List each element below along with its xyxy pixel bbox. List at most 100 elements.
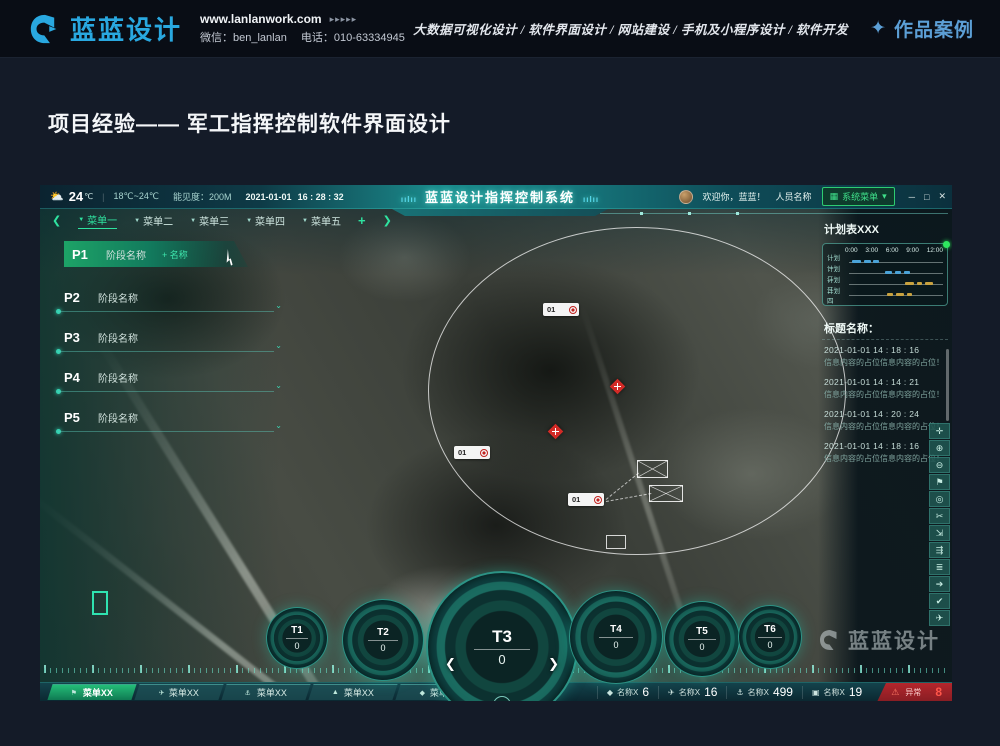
alarm-badge[interactable]: ⚠ 异常 8	[877, 683, 952, 702]
confirm-tool-icon[interactable]: ✔	[929, 593, 950, 609]
person-name[interactable]: 人员名称	[776, 190, 812, 203]
dial-t2[interactable]: T20	[342, 599, 424, 681]
dial-id: T3	[492, 627, 512, 647]
stage-name: 阶段名称	[98, 410, 138, 425]
map-crossed-zone	[637, 460, 668, 478]
dial-t4[interactable]: T40	[569, 590, 663, 684]
gantt-time-tick: 0:00	[845, 247, 858, 254]
stat-label: 名称X	[824, 687, 845, 698]
gantt-row-label: 计划四	[827, 285, 846, 305]
chevron-down-icon: ▼	[134, 218, 140, 224]
menu-item-3[interactable]: ▼菜单三	[190, 213, 229, 228]
bottom-tabs: ⚑菜单XX ✈菜单XX ⚓菜单XX ▲菜单XX ◆菜单XX	[50, 684, 482, 700]
map-marker-label[interactable]: 01	[454, 446, 490, 459]
dial-id: T4	[610, 624, 622, 635]
temperature-range: 18℃~24℃	[114, 191, 160, 202]
dial-t1[interactable]: T10	[266, 607, 328, 669]
app-topbar: ⛅ 24 ℃ | 18℃~24℃ 能见度：200M 2021-01-01 16 …	[40, 185, 952, 209]
gantt-track	[849, 282, 943, 285]
scrollbar[interactable]	[946, 349, 949, 421]
menu-item-2[interactable]: ▼菜单二	[134, 213, 173, 228]
target-dot-icon	[569, 306, 577, 314]
chevron-down-icon: ⌄	[275, 381, 282, 390]
menu-label: 菜单一	[87, 212, 117, 227]
bottom-tab-4[interactable]: ▲菜单XX	[308, 684, 397, 700]
menu-item-1[interactable]: ▼菜单一	[78, 212, 117, 229]
message-item[interactable]: 2021-01-01 14 : 14 : 21 信息内容的占位信息内容的占位！	[822, 377, 948, 400]
dial-play-button[interactable]: ▶	[493, 696, 511, 701]
menu-next-arrow[interactable]: ❯	[383, 214, 392, 227]
stat-label: 名称X	[748, 687, 769, 698]
zoom-out-icon[interactable]: ⊖	[929, 457, 950, 473]
target-tool-icon[interactable]: ◎	[929, 491, 950, 507]
stage-item-p2[interactable]: P2 阶段名称 ⌄	[64, 285, 280, 309]
window-minimize-button[interactable]: ─	[909, 192, 915, 202]
measure-tool-icon[interactable]: ⇲	[929, 525, 950, 541]
system-menu-icon: ▦	[830, 191, 839, 202]
portfolio-button[interactable]: ✦ 作品案例	[870, 15, 974, 42]
plane-icon: ✈	[668, 688, 675, 697]
stat-group-1: ◆名称X6	[597, 686, 658, 699]
lanlan-logo[interactable]: 蓝蓝设计	[28, 10, 182, 47]
marker-id: 01	[458, 448, 466, 457]
services-nav[interactable]: 大数据可视化设计 / 软件界面设计 / 网站建设 / 手机及小程序设计 / 软件…	[413, 19, 848, 38]
website-url[interactable]: www.lanlanwork.com	[200, 12, 322, 26]
aircraft-tool-icon[interactable]: ✈	[929, 610, 950, 626]
warning-icon: ⚠	[891, 687, 899, 698]
gantt-time-tick: 12:00	[927, 247, 943, 254]
map-marker-label[interactable]: 01	[568, 493, 604, 506]
stat-value: 19	[849, 685, 862, 699]
menu-item-5[interactable]: ▼菜单五	[302, 213, 341, 228]
plane-icon: ✈	[158, 689, 164, 697]
dial-prev-button[interactable]: ❮	[445, 656, 456, 672]
equalizer-decoration: ıılıı	[583, 195, 599, 204]
portfolio-star-icon: ✦	[870, 17, 887, 40]
pin-tool-icon[interactable]: ⚑	[929, 474, 950, 490]
menu-label: 菜单二	[143, 213, 173, 228]
chevron-down-icon: ▾	[882, 191, 887, 202]
stage-item-p4[interactable]: P4 阶段名称 ⌄	[64, 365, 280, 389]
marker-id: 01	[572, 495, 580, 504]
bottom-tab-1[interactable]: ⚑菜单XX	[47, 684, 136, 700]
map-marker-label[interactable]: 01	[543, 303, 579, 316]
route-tool-icon[interactable]: ⇶	[929, 542, 950, 558]
message-item[interactable]: 2021-01-01 14 : 18 : 16 信息内容的占位信息内容的占位！	[822, 345, 948, 368]
forward-tool-icon[interactable]: ➔	[929, 576, 950, 592]
stage-item-p5[interactable]: P5 阶段名称 ⌄	[64, 405, 280, 429]
chevron-down-icon: ⌄	[275, 341, 282, 350]
message-time: 2021-01-01 14 : 20 : 24	[824, 409, 948, 419]
map-range-circle	[428, 227, 846, 555]
pan-tool-icon[interactable]: ✛	[929, 423, 950, 439]
window-maximize-button[interactable]: □	[924, 192, 929, 202]
message-list-title: 标题名称：	[824, 320, 948, 336]
equalizer-decoration: ıılıı	[401, 195, 417, 204]
temperature-unit: ℃	[84, 192, 93, 201]
stage-item-p3[interactable]: P3 阶段名称 ⌄	[64, 325, 280, 349]
stage-id: P5	[64, 410, 88, 425]
dial-t5[interactable]: T50	[664, 601, 740, 677]
unit-icon: ◆	[607, 688, 613, 697]
tank-icon: ◆	[420, 689, 425, 697]
gantt-time-tick: 3:00	[865, 247, 878, 254]
weather-icon: ⛅	[50, 190, 64, 203]
bottom-tab-3[interactable]: ⚓菜单XX	[221, 684, 310, 700]
menu-add-button[interactable]: +	[358, 213, 366, 228]
target-dot-icon	[480, 449, 488, 457]
bottom-tab-2[interactable]: ✈菜单XX	[134, 684, 223, 700]
menu-prev-arrow[interactable]: ❮	[52, 214, 61, 227]
system-menu-button[interactable]: ▦ 系统菜单 ▾	[822, 187, 895, 206]
layers-tool-icon[interactable]: ≣	[929, 559, 950, 575]
window-close-button[interactable]: ✕	[938, 191, 946, 202]
dial-next-button[interactable]: ❯	[548, 656, 559, 672]
stage-add-name[interactable]: + 名称	[162, 248, 188, 261]
dial-t6[interactable]: T60	[738, 605, 802, 669]
date-value: 2021-01-01	[246, 192, 292, 202]
map-target-diamond[interactable]	[610, 379, 626, 395]
zoom-in-icon[interactable]: ⊕	[929, 440, 950, 456]
user-avatar[interactable]	[679, 190, 693, 204]
cut-tool-icon[interactable]: ✂	[929, 508, 950, 524]
menu-item-4[interactable]: ▼菜单四	[246, 213, 285, 228]
message-text: 信息内容的占位信息内容的占位！	[824, 389, 948, 400]
map-target-diamond[interactable]	[548, 424, 564, 440]
gantt-time-tick: 6:00	[886, 247, 899, 254]
